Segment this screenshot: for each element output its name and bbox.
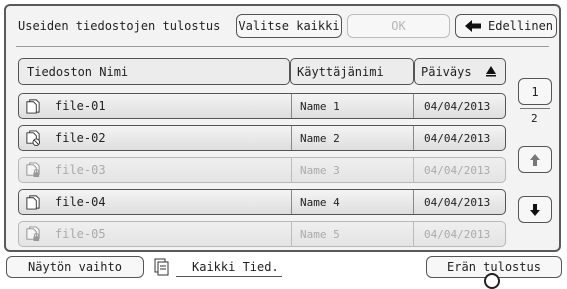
ok-button[interactable]: OK (347, 14, 450, 38)
column-header-user[interactable]: Käyttäjänimi (290, 58, 414, 85)
file-name: file-03 (55, 163, 106, 177)
file-user: Name 5 (291, 222, 340, 246)
file-row[interactable]: file-04 Name 4 04/04/2013 (18, 189, 506, 215)
file-row: file-03 Name 3 04/04/2013 (18, 157, 506, 183)
scroll-up-button[interactable] (518, 146, 552, 173)
file-date: 04/04/2013 (413, 94, 490, 118)
document-blocked-icon (26, 130, 41, 146)
file-user: Name 4 (291, 190, 340, 214)
folder-label: Kaikki Tied. (192, 260, 279, 274)
file-user: Name 3 (291, 158, 340, 182)
file-date: 04/04/2013 (413, 158, 490, 182)
arrow-up-icon (530, 153, 540, 166)
document-icon (26, 99, 40, 114)
file-row: file-05 Name 5 04/04/2013 (18, 221, 506, 247)
arrow-down-icon (530, 203, 540, 216)
file-name: file-05 (55, 227, 106, 241)
print-panel: Useiden tiedostojen tulostus Valitse kai… (4, 4, 561, 252)
select-all-label: Valitse kaikki (238, 19, 340, 33)
file-user: Name 2 (291, 126, 340, 150)
page-number-button[interactable]: 1 (518, 78, 552, 105)
file-row[interactable]: file-01 Name 1 04/04/2013 (18, 93, 506, 119)
column-header-name-label: Tiedoston Nimi (27, 64, 129, 79)
arrow-left-icon (465, 20, 481, 32)
header-bar: Useiden tiedostojen tulostus Valitse kai… (6, 6, 559, 48)
touch-indicator (484, 273, 500, 289)
sort-ascending-icon (486, 66, 496, 77)
document-icon (26, 195, 40, 210)
file-name: file-02 (55, 131, 106, 145)
page-current: 1 (531, 84, 539, 99)
file-date: 04/04/2013 (413, 190, 490, 214)
back-button[interactable]: Edellinen (455, 14, 557, 38)
header-divider (16, 46, 549, 47)
file-user: Name 1 (291, 94, 340, 118)
back-label: Edellinen (488, 19, 554, 33)
display-switch-label: Näytön vaihto (28, 260, 122, 274)
document-locked-icon (26, 226, 40, 242)
page-total: 2 (531, 112, 538, 125)
file-name: file-01 (55, 99, 106, 113)
folder-underline (176, 276, 282, 277)
file-date: 04/04/2013 (413, 126, 490, 150)
file-row[interactable]: file-02 Name 2 04/04/2013 (18, 125, 506, 151)
column-header-name[interactable]: Tiedoston Nimi (18, 58, 290, 85)
page-separator (520, 108, 550, 109)
ok-label: OK (391, 19, 406, 33)
file-date: 04/04/2013 (413, 222, 490, 246)
column-header-user-label: Käyttäjänimi (297, 64, 384, 79)
file-name: file-04 (55, 195, 106, 209)
folder-icon (154, 258, 169, 276)
display-switch-button[interactable]: Näytön vaihto (6, 256, 144, 278)
batch-print-label: Erän tulostus (447, 260, 541, 274)
scroll-down-button[interactable] (518, 196, 552, 223)
page-title: Useiden tiedostojen tulostus (18, 19, 221, 33)
select-all-button[interactable]: Valitse kaikki (236, 14, 342, 38)
column-header-date-label: Päiväys (421, 64, 472, 79)
column-header-date[interactable]: Päiväys (414, 58, 506, 85)
document-locked-icon (26, 162, 40, 178)
